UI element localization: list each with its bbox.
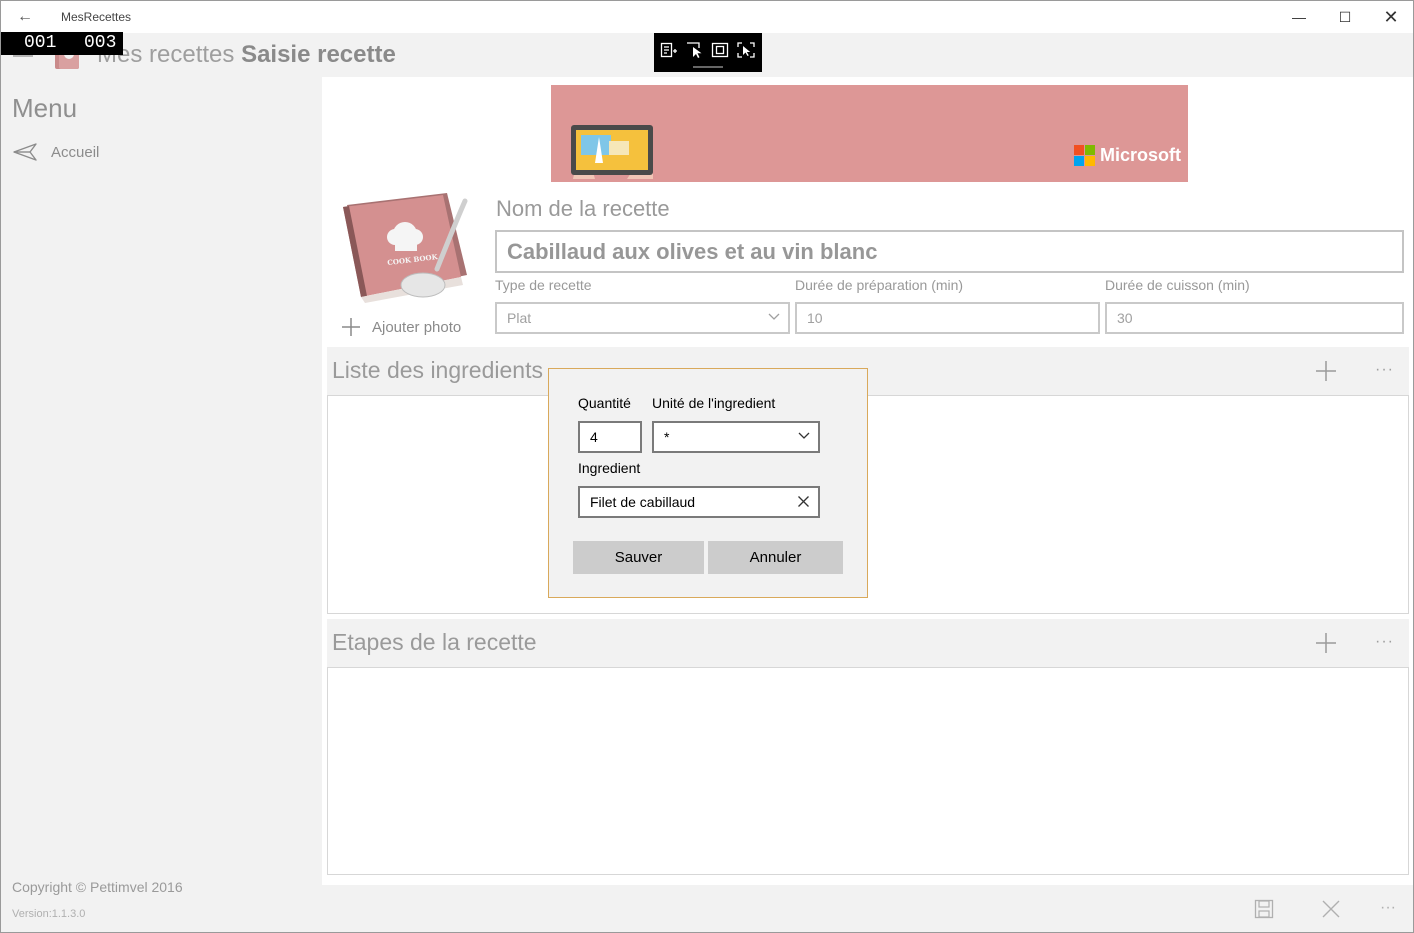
save-ingredient-button[interactable]: Sauver [573,541,704,574]
ingredients-panel-title: Liste des ingredients [332,357,543,383]
cookbook-photo[interactable]: COOK BOOK [339,189,469,305]
track-focus-icon[interactable] [737,42,755,58]
steps-list [327,667,1409,875]
frame-counter-right: 003 [84,33,117,53]
plus-icon [342,318,360,336]
cancel-icon[interactable] [1322,900,1340,918]
debug-toolbar [654,33,762,72]
tablet-illustration [571,125,653,179]
version-text: Version:1.1.3.0 [12,908,86,920]
save-icon[interactable] [1254,899,1274,919]
frame-rate-counter: 001 003 [1,32,123,55]
cancel-ingredient-button[interactable]: Annuler [708,541,843,574]
sidebar: Menu Accueil Copyright © Pettimvel 2016 … [1,77,322,932]
recipe-name-label: Nom de la recette [496,196,670,221]
recipe-type-label: Type de recette [495,277,592,293]
ingredients-more-button[interactable]: ··· [1375,361,1394,379]
add-ingredient-icon[interactable] [1315,360,1337,382]
display-layout-adorners-icon[interactable] [711,42,729,58]
ingredients-list [327,395,1409,614]
recipe-type-value: Plat [507,310,532,326]
ingredients-panel-header: Liste des ingredients ··· [327,347,1409,395]
minimize-button[interactable]: — [1276,1,1322,33]
clear-icon[interactable] [797,495,810,508]
recipe-type-select[interactable]: Plat [495,302,790,334]
copyright-text: Copyright © Pettimvel 2016 [12,879,183,895]
unit-select[interactable]: * [652,421,820,453]
cook-time-label: Durée de cuisson (min) [1105,277,1250,293]
command-bar-more-button[interactable]: ··· [1380,899,1396,917]
ingredient-input[interactable]: Filet de cabillaud [578,486,820,518]
app-window: ← MesRecettes — ☐ ✕ Mes recettes Saisie … [0,0,1414,933]
toolbar-grip[interactable] [693,66,723,68]
steps-more-button[interactable]: ··· [1375,633,1394,651]
microsoft-logo-icon [1074,145,1095,166]
maximize-button[interactable]: ☐ [1322,1,1368,33]
send-icon [13,143,37,161]
frame-counter-left: 001 [24,33,57,53]
ingredient-input-value: Filet de cabillaud [590,494,696,510]
unit-label: Unité de l'ingredient [652,395,776,411]
back-button[interactable]: ← [11,5,39,29]
window-title: MesRecettes [61,10,132,24]
steps-panel-title: Etapes de la recette [332,629,537,655]
menu-title: Menu [12,93,78,123]
close-window-button[interactable]: ✕ [1368,1,1413,33]
chevron-down-icon [798,432,810,439]
quantity-input[interactable]: 4 [578,421,642,453]
prep-time-input[interactable]: 10 [795,302,1100,334]
prep-time-label: Durée de préparation (min) [795,277,964,293]
unit-select-value: * [664,429,670,445]
chevron-down-icon [768,313,780,320]
title-bar: ← MesRecettes — ☐ ✕ [1,1,1413,33]
add-photo-label: Ajouter photo [372,319,462,336]
add-step-icon[interactable] [1315,632,1337,654]
command-bar: ··· [322,885,1413,932]
cook-time-input[interactable]: 30 [1105,302,1404,334]
page-title-section: Saisie recette [241,41,396,68]
ad-brand-text: Microsoft [1100,145,1181,165]
sidebar-item-accueil[interactable]: Accueil [1,137,322,167]
live-visual-tree-icon[interactable] [660,42,678,58]
hamburger-menu-icon[interactable] [13,55,33,57]
ad-banner[interactable]: Microsoft [551,85,1188,182]
sidebar-item-label: Accueil [51,144,100,161]
quantity-label: Quantité [578,395,631,411]
page-title: Mes recettes Saisie recette [97,41,396,69]
add-ingredient-dialog: Quantité Unité de l'ingredient 4 * Ingre… [548,368,868,598]
ingredient-label: Ingredient [578,460,641,476]
select-element-icon[interactable] [686,42,704,58]
steps-panel-header: Etapes de la recette ··· [327,619,1409,667]
recipe-name-input[interactable]: Cabillaud aux olives et au vin blanc [495,230,1404,273]
